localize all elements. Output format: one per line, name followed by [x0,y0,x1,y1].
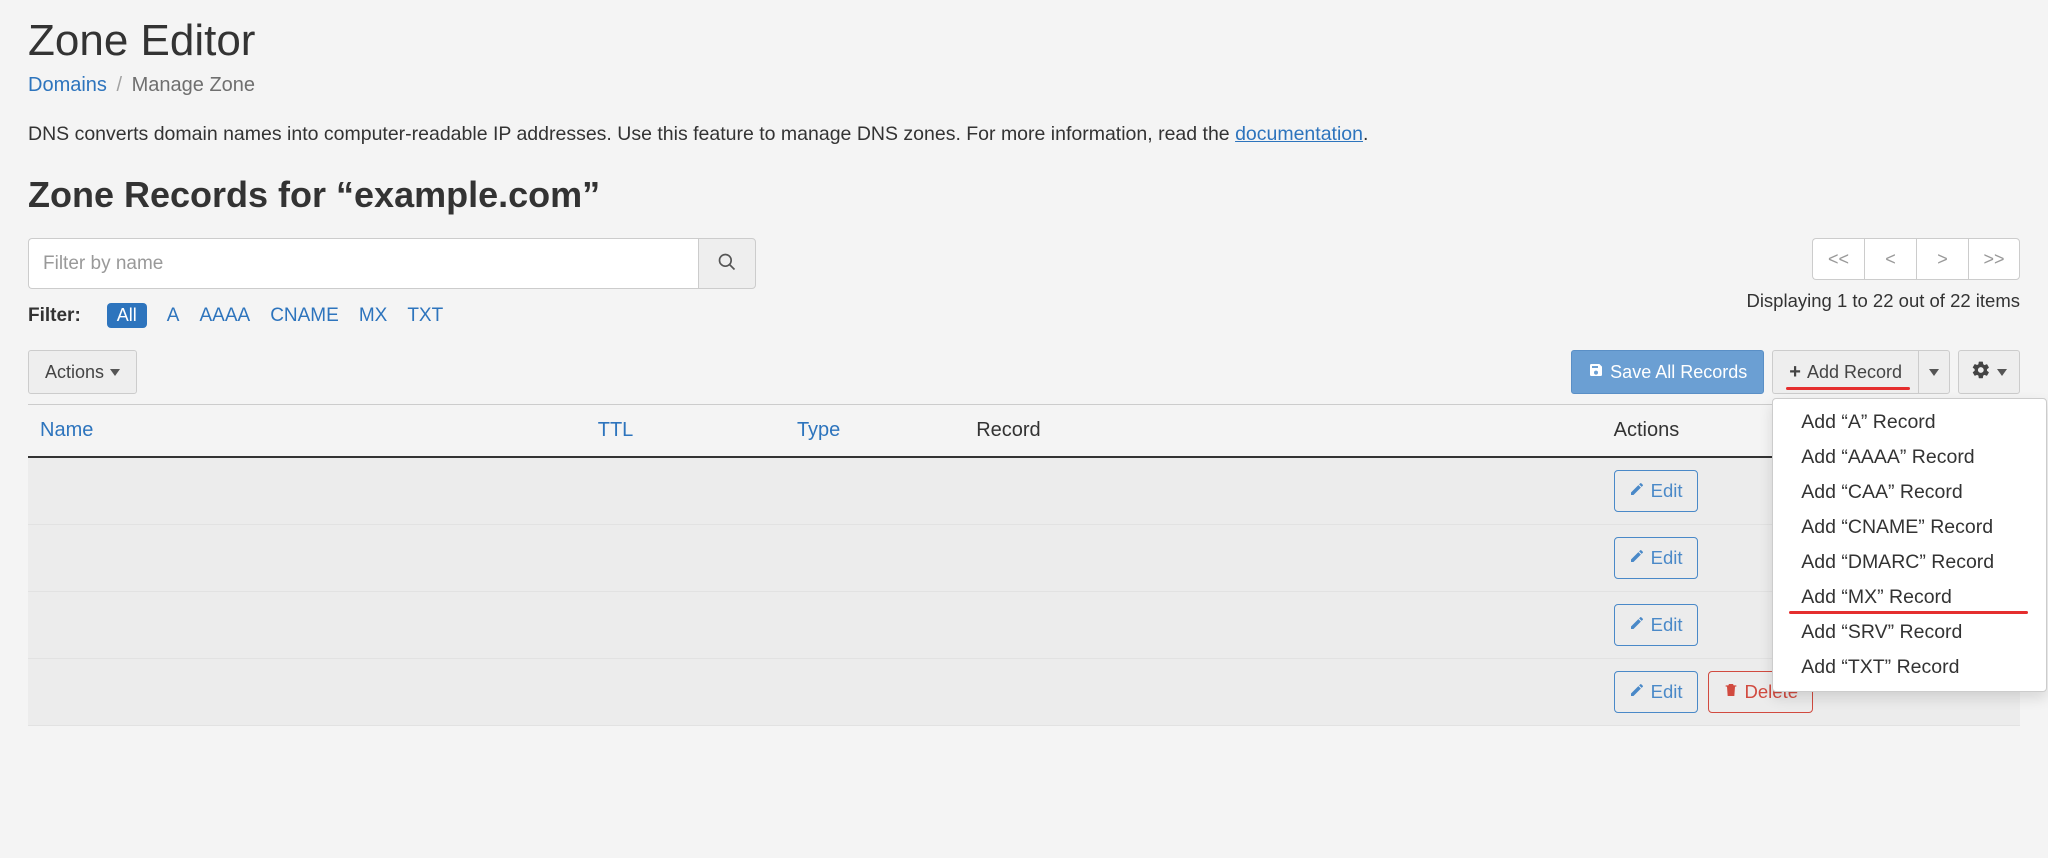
settings-button[interactable] [1958,350,2020,394]
pencil-icon [1629,547,1645,569]
filter-label: Filter: [28,305,81,327]
search-icon [717,252,737,275]
table-row: Edit [28,525,2020,592]
add-record-menu-item[interactable]: Add “MX” Record [1773,580,2046,615]
chevron-down-icon [1997,369,2007,376]
page-title: Zone Editor [28,16,2020,66]
pager-next[interactable]: > [1916,238,1968,280]
breadcrumb: Domains / Manage Zone [28,74,2020,97]
search-button[interactable] [698,238,756,289]
pencil-icon [1629,480,1645,502]
trash-icon [1723,681,1739,703]
chevron-down-icon [110,369,120,376]
table-row: EditDelete [28,659,2020,726]
right-buttons: Save All Records + Add Record Add “A” Re… [1571,350,2020,394]
filter-all[interactable]: All [107,303,147,328]
add-record-menu-item[interactable]: Add “SRV” Record [1773,615,2046,650]
pager-prev[interactable]: < [1864,238,1916,280]
documentation-link[interactable]: documentation [1235,123,1363,145]
pager-first[interactable]: << [1812,238,1864,280]
add-record-menu-item[interactable]: Add “TXT” Record [1773,650,2046,685]
pager: << < > >> [1812,238,2020,280]
breadcrumb-separator: / [116,74,122,96]
filter-aaaa[interactable]: AAAA [199,305,250,327]
filter-a[interactable]: A [167,305,180,327]
add-record-menu: Add “A” RecordAdd “AAAA” RecordAdd “CAA”… [1772,398,2047,692]
add-record-menu-item[interactable]: Add “DMARC” Record [1773,545,2046,580]
records-table: Name TTL Type Record Actions EditEditEdi… [28,405,2020,726]
pager-last[interactable]: >> [1968,238,2020,280]
highlight-underline [1786,387,1910,390]
pencil-icon [1629,681,1645,703]
save-icon [1588,362,1604,383]
col-name[interactable]: Name [28,405,586,457]
add-record-menu-item[interactable]: Add “CNAME” Record [1773,510,2046,545]
col-type[interactable]: Type [785,405,964,457]
filter-mx[interactable]: MX [359,305,388,327]
edit-button[interactable]: Edit [1614,604,1698,646]
actions-dropdown[interactable]: Actions [28,350,137,394]
paging-summary: Displaying 1 to 22 out of 22 items [1746,290,2020,312]
add-record-menu-item[interactable]: Add “CAA” Record [1773,475,2046,510]
edit-button[interactable]: Edit [1614,470,1698,512]
col-record: Record [964,405,1601,457]
breadcrumb-current: Manage Zone [132,74,255,96]
col-ttl[interactable]: TTL [586,405,785,457]
filter-name-input[interactable] [28,238,698,289]
add-record-split: + Add Record Add “A” RecordAdd “AAAA” Re… [1772,350,1950,394]
filter-cname[interactable]: CNAME [270,305,339,327]
add-record-menu-item[interactable]: Add “AAAA” Record [1773,440,2046,475]
table-row: Edit [28,457,2020,525]
filter-txt[interactable]: TXT [407,305,443,327]
breadcrumb-domains[interactable]: Domains [28,74,107,96]
add-record-menu-item[interactable]: Add “A” Record [1773,405,2046,440]
filter-tags: Filter: All A AAAA CNAME MX TXT [28,303,756,328]
edit-button[interactable]: Edit [1614,537,1698,579]
edit-button[interactable]: Edit [1614,671,1698,713]
plus-icon: + [1789,362,1801,382]
chevron-down-icon [1929,369,1939,376]
gear-icon [1971,360,1991,385]
page-description: DNS converts domain names into computer-… [28,123,2020,146]
table-row: Edit [28,592,2020,659]
pencil-icon [1629,614,1645,636]
highlight-underline [1789,611,2028,614]
add-record-caret[interactable] [1918,350,1950,394]
zone-records-heading: Zone Records for “example.com” [28,174,2020,216]
search-group [28,238,756,289]
save-all-records-button[interactable]: Save All Records [1571,350,1764,394]
